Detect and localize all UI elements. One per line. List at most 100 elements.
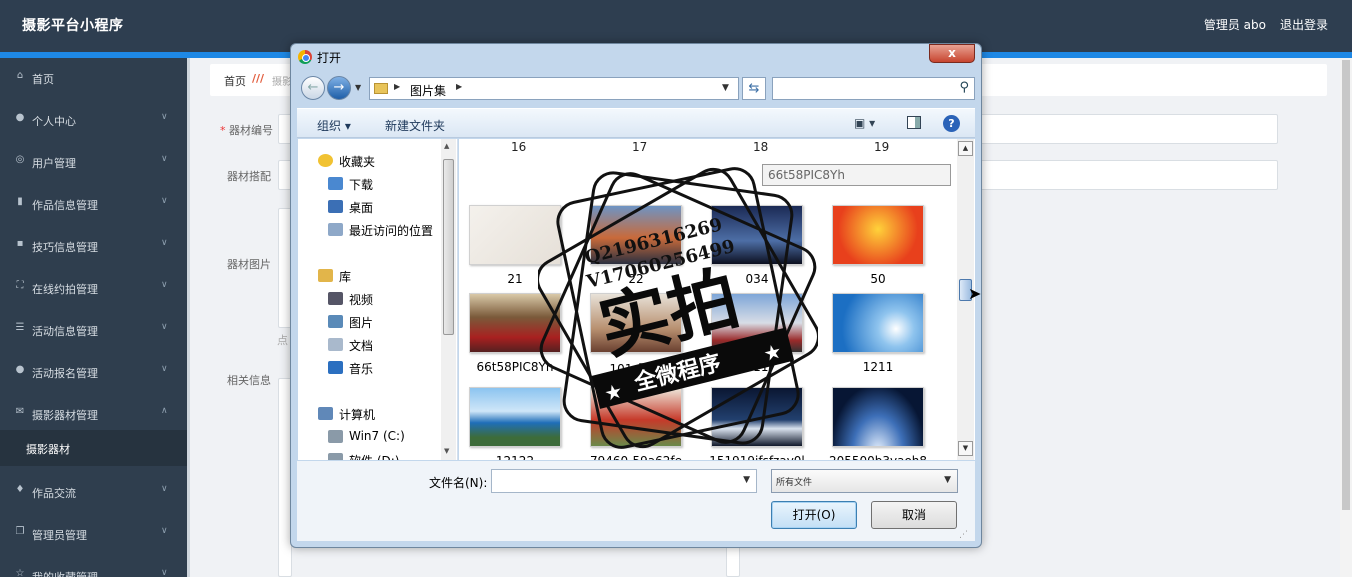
nav-item[interactable]: 图片	[349, 314, 373, 331]
file-name[interactable]: 205500b3vaoh8	[822, 454, 934, 460]
nav-item[interactable]: 音乐	[349, 360, 373, 377]
address-folder-name[interactable]: 图片集	[410, 82, 446, 99]
chrome-icon	[298, 50, 312, 64]
frame-icon: ⛶	[16, 280, 24, 291]
file-thumbnail[interactable]	[832, 205, 924, 265]
sidebar-item-label: 个人中心	[32, 115, 76, 128]
scroll-down-icon[interactable]: ▼	[444, 447, 449, 455]
dialog-title: 打开	[317, 51, 342, 65]
breadcrumb-arrow-icon[interactable]: ▶	[394, 82, 400, 91]
search-input[interactable]: ⚲	[772, 77, 975, 100]
sidebar-subitem-equipment[interactable]: 摄影器材	[0, 430, 187, 466]
filetype-dropdown-icon[interactable]: ▼	[944, 475, 951, 485]
breadcrumb-arrow-icon[interactable]: ▶	[456, 82, 462, 91]
nav-item[interactable]: 计算机	[339, 406, 375, 423]
scroll-up-icon[interactable]: ▲	[958, 141, 973, 156]
home-icon: ⌂	[16, 70, 24, 81]
nav-item[interactable]: 软件 (D:)	[349, 452, 399, 460]
sidebar-item-6[interactable]: ☰ 活动信息管理 ∨	[0, 310, 187, 352]
chevron-down-icon: ∨	[161, 322, 168, 332]
forward-arrow-icon[interactable]: →	[327, 76, 351, 100]
nav-item[interactable]: Win7 (C:)	[349, 429, 405, 443]
equip-match-input-right[interactable]	[970, 160, 1278, 190]
desktop-icon	[328, 200, 343, 213]
app-title: 摄影平台小程序	[22, 18, 124, 34]
nav-item[interactable]: 桌面	[349, 199, 373, 216]
sidebar-item-label: 用户管理	[32, 157, 76, 170]
nav-scrollbar-thumb[interactable]	[443, 159, 454, 335]
file-name[interactable]: 79460-59a62fe	[580, 454, 692, 460]
admin-name[interactable]: 管理员 abo	[1204, 16, 1266, 33]
sidebar-item-label: 首页	[32, 73, 54, 86]
sidebar-item-label: 活动信息管理	[32, 325, 98, 338]
back-arrow-icon[interactable]: ←	[301, 76, 325, 100]
sidebar-item-label: 活动报名管理	[32, 367, 98, 380]
briefcase-icon: ▪	[16, 238, 24, 249]
nav-item[interactable]: 下载	[349, 176, 373, 193]
sidebar-item-label: 作品信息管理	[32, 199, 98, 212]
address-bar[interactable]: ▶ 图片集 ▶ ▼	[369, 77, 739, 100]
sidebar-item-10[interactable]: ❐ 管理员管理 ∨	[0, 514, 187, 556]
open-button[interactable]: 打开(O)	[771, 501, 857, 529]
nav-item[interactable]: 库	[339, 268, 351, 285]
sidebar-item-label: 我的收藏管理	[32, 569, 98, 577]
mouse-cursor-icon: ➤	[968, 284, 982, 303]
dialog-close-button[interactable]: x	[929, 44, 975, 63]
change-view-icon[interactable]: ▣ ▾	[854, 116, 875, 130]
scroll-down-icon[interactable]: ▼	[958, 441, 973, 456]
nav-item[interactable]: 视频	[349, 291, 373, 308]
cancel-button[interactable]: 取消	[871, 501, 957, 529]
copy-icon: ❐	[15, 526, 25, 537]
sidebar-item-9[interactable]: ♦ 作品交流 ∨	[0, 472, 187, 514]
equip-no-input-right[interactable]	[970, 114, 1278, 144]
file-name[interactable]: 12122	[459, 454, 571, 460]
logout-link[interactable]: 退出登录	[1280, 16, 1328, 33]
help-button[interactable]: ?	[943, 115, 960, 132]
nav-item[interactable]: 文档	[349, 337, 373, 354]
preview-pane-icon[interactable]	[907, 116, 921, 129]
drive-icon	[328, 453, 343, 460]
file-name[interactable]: 50	[822, 272, 934, 286]
star-icon: ☆	[15, 568, 25, 577]
sidebar-item-11[interactable]: ☆ 我的收藏管理 ∨	[0, 556, 187, 577]
organize-button[interactable]: 组织 ▾	[317, 117, 351, 134]
watermark-stamp: Q2196316269 V17060256499 实拍 全微程序 ★ ★	[538, 167, 818, 449]
sidebar-item-0[interactable]: ⌂ 首页	[0, 58, 187, 100]
user-icon: ●	[15, 112, 25, 123]
filename-dropdown-icon[interactable]: ▼	[743, 475, 750, 485]
mic-icon: ♦	[15, 484, 25, 495]
resize-grip-icon[interactable]: ⋰	[959, 530, 968, 540]
nav-scrollbar[interactable]: ▲ ▼	[441, 139, 456, 460]
sidebar-item-4[interactable]: ▪ 技巧信息管理 ∨	[0, 226, 187, 268]
file-thumbnail[interactable]	[832, 293, 924, 353]
equip-image-label: 器材图片	[227, 258, 271, 271]
file-name[interactable]: 151919ifsfzav0l	[701, 454, 813, 460]
breadcrumb-home[interactable]: 首页	[224, 73, 246, 89]
refresh-icon[interactable]: ⇆	[742, 77, 766, 100]
page-scrollbar[interactable]	[1340, 58, 1352, 577]
file-thumbnail[interactable]	[832, 387, 924, 447]
sidebar-item-5[interactable]: ⛶ 在线约拍管理 ∨	[0, 268, 187, 310]
nav-item[interactable]: 最近访问的位置	[349, 222, 433, 239]
downloads-folder-icon	[328, 177, 343, 190]
drive-icon	[328, 430, 343, 443]
sidebar-item-1[interactable]: ● 个人中心 ∨	[0, 100, 187, 142]
search-icon[interactable]: ⚲	[959, 80, 969, 95]
sidebar-item-3[interactable]: ▮ 作品信息管理 ∨	[0, 184, 187, 226]
filetype-select[interactable]: 所有文件 ▼	[771, 469, 958, 493]
filename-label: 文件名(N):	[429, 476, 488, 490]
favorites-star-icon	[318, 154, 333, 167]
filename-input[interactable]: ▼	[491, 469, 757, 493]
file-name[interactable]: 1211	[822, 360, 934, 374]
new-folder-button[interactable]: 新建文件夹	[385, 117, 445, 134]
page-scrollbar-thumb[interactable]	[1342, 60, 1350, 510]
nav-item[interactable]: 收藏夹	[339, 153, 375, 170]
sidebar-item-label: 作品交流	[32, 487, 76, 500]
sidebar-item-2[interactable]: ◎ 用户管理 ∨	[0, 142, 187, 184]
address-dropdown-icon[interactable]: ▼	[722, 83, 729, 93]
mail-icon: ✉	[15, 406, 25, 417]
sidebar-item-7[interactable]: ● 活动报名管理 ∨	[0, 352, 187, 394]
scroll-up-icon[interactable]: ▲	[444, 142, 449, 150]
sidebar-item-label: 技巧信息管理	[32, 241, 98, 254]
history-dropdown-icon[interactable]: ▼	[355, 83, 361, 92]
